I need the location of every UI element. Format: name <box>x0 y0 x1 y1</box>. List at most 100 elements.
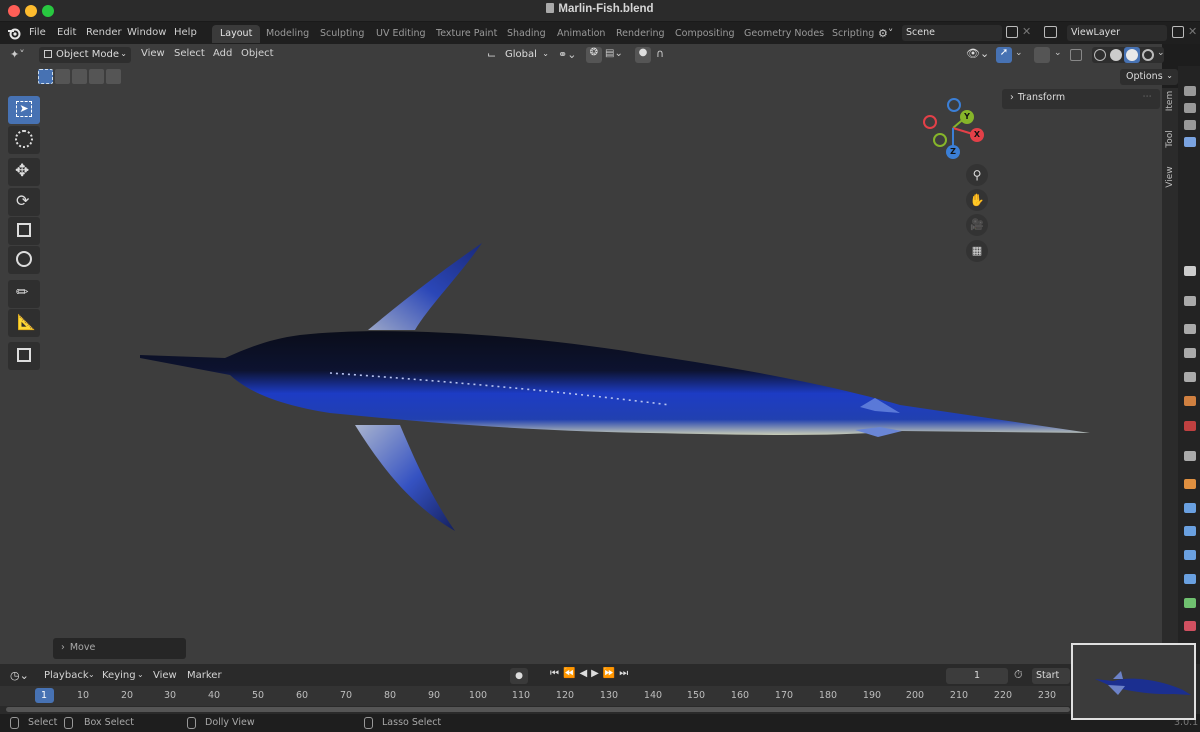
solid-shading-icon[interactable] <box>1110 49 1122 61</box>
transform-panel-header[interactable]: › Transform ⋯ <box>1002 89 1160 109</box>
tab-shading[interactable]: Shading <box>507 25 546 43</box>
pan-hand-icon[interactable]: ✋ <box>966 189 988 211</box>
clock-icon[interactable]: ◷⌄ <box>10 669 29 682</box>
particles-properties-icon[interactable] <box>1184 526 1196 536</box>
constraints-properties-icon[interactable] <box>1184 574 1196 584</box>
tab-modeling[interactable]: Modeling <box>266 25 309 43</box>
last-operator-panel[interactable]: › Move <box>53 638 186 659</box>
editor-type-icon[interactable]: ✦˅ <box>10 48 25 61</box>
transform-orientation-dropdown[interactable]: Global ⌄ <box>500 47 552 63</box>
tab-layout[interactable]: Layout <box>212 25 261 43</box>
axis-x-handle[interactable]: X <box>970 128 984 142</box>
menu-view[interactable]: View <box>153 670 177 681</box>
tool-icon[interactable] <box>1184 266 1196 276</box>
current-frame-field[interactable]: 1 <box>946 668 1008 684</box>
xray-toggle-icon[interactable] <box>1070 49 1082 61</box>
view-layer-field[interactable]: ViewLayer <box>1067 25 1167 41</box>
menu-window[interactable]: Window <box>127 27 166 38</box>
blender-logo-icon[interactable] <box>7 26 22 40</box>
overlays-dropdown-icon[interactable]: ⌄ <box>1054 48 1062 58</box>
drag-handle-icon[interactable]: ⋯ <box>1143 91 1153 102</box>
playback-controls[interactable]: ⏮⏪◀▶⏩⏭ <box>550 668 650 684</box>
tab-compositing[interactable]: Compositing <box>675 25 735 43</box>
tab-item[interactable]: Item <box>1165 85 1175 117</box>
collection-properties-icon[interactable] <box>1184 451 1196 461</box>
select-new-icon[interactable] <box>38 69 53 84</box>
select-box-tool[interactable]: ➤ <box>8 96 40 124</box>
select-extend-icon[interactable] <box>55 69 70 84</box>
menu-playback[interactable]: Playback <box>44 670 89 681</box>
mesh-data-properties-icon[interactable] <box>1184 598 1196 608</box>
menu-object[interactable]: Object <box>241 48 274 59</box>
falloff-icon[interactable]: ∩ <box>656 47 664 60</box>
menu-view[interactable]: View <box>141 48 165 59</box>
gizmo-dropdown-icon[interactable]: ⌄ <box>1015 48 1023 58</box>
modifier-properties-icon[interactable] <box>1184 503 1196 513</box>
shading-dropdown-icon[interactable]: ⌄ <box>1157 48 1165 58</box>
scene-icon[interactable]: ⚙˅ <box>878 27 893 40</box>
measure-tool[interactable]: 📐 <box>8 309 40 337</box>
menu-select[interactable]: Select <box>174 48 205 59</box>
physics-properties-icon[interactable] <box>1184 550 1196 560</box>
render-icon[interactable] <box>1184 86 1196 96</box>
snap-toggle-icon[interactable]: ❂ <box>586 47 602 63</box>
tab-geometry-nodes[interactable]: Geometry Nodes <box>744 25 824 43</box>
tab-view[interactable]: View <box>1165 161 1175 193</box>
camera-view-icon[interactable]: 🎥 <box>966 214 988 236</box>
mode-dropdown[interactable]: Object Mode ⌄ <box>39 47 131 63</box>
axis-y-handle[interactable]: Y <box>960 110 974 124</box>
select-invert-icon[interactable] <box>89 69 104 84</box>
tab-tool[interactable]: Tool <box>1165 123 1175 155</box>
options-dropdown[interactable]: Options ⌄ <box>1120 69 1178 85</box>
close-view-layer-icon[interactable]: ✕ <box>1188 25 1197 38</box>
copy-view-layer-icon[interactable] <box>1172 26 1184 38</box>
tab-uv-editing[interactable]: UV Editing <box>376 25 426 43</box>
menu-marker[interactable]: Marker <box>187 670 222 681</box>
navigation-gizmo[interactable]: Y X Z <box>918 98 988 162</box>
snap-target-icon[interactable]: ▤⌄ <box>605 48 623 59</box>
render-icon[interactable] <box>1184 103 1196 113</box>
zoom-icon[interactable]: ⚲ <box>966 164 988 186</box>
start-frame-field[interactable]: Start <box>1032 668 1070 684</box>
object-properties-icon[interactable] <box>1184 479 1196 489</box>
tab-sculpting[interactable]: Sculpting <box>320 25 364 43</box>
add-cube-tool[interactable] <box>8 342 40 370</box>
visibility-icon[interactable]: 👁⌄ <box>966 47 989 60</box>
copy-scene-icon[interactable] <box>1006 26 1018 38</box>
menu-render[interactable]: Render <box>86 27 122 38</box>
tab-scripting[interactable]: Scripting <box>832 25 874 43</box>
tab-texture-paint[interactable]: Texture Paint <box>436 25 497 43</box>
output-properties-icon[interactable] <box>1184 348 1196 358</box>
axis-z-handle[interactable]: Z <box>946 145 960 159</box>
close-scene-icon[interactable]: ✕ <box>1022 25 1031 38</box>
window-preview-thumbnail[interactable] <box>1071 643 1196 720</box>
annotate-tool[interactable]: ✏ <box>8 280 40 308</box>
menu-add[interactable]: Add <box>213 48 232 59</box>
pivot-point-icon[interactable]: ⚭⌄ <box>558 48 576 61</box>
scene-properties-icon[interactable] <box>1184 396 1196 406</box>
gizmo-toggle-icon[interactable]: ➚ <box>996 47 1012 63</box>
overlays-toggle-icon[interactable] <box>1034 47 1050 63</box>
axis-neg-z-handle[interactable] <box>947 98 961 112</box>
render-icon[interactable] <box>1184 137 1196 147</box>
transform-tool[interactable] <box>8 246 40 274</box>
perspective-grid-icon[interactable]: ▦ <box>966 240 988 262</box>
axis-neg-y-handle[interactable] <box>933 133 947 147</box>
marlin-model[interactable] <box>130 235 1100 535</box>
menu-file[interactable]: File <box>29 27 46 38</box>
menu-help[interactable]: Help <box>174 27 197 38</box>
material-properties-icon[interactable] <box>1184 621 1196 631</box>
view-layer-icon[interactable] <box>1044 26 1057 38</box>
world-properties-icon[interactable] <box>1184 421 1196 431</box>
scene-field[interactable]: Scene <box>902 25 1002 41</box>
move-tool[interactable]: ✥ <box>8 158 40 186</box>
rotate-tool[interactable]: ⟳ <box>8 188 40 216</box>
select-intersect-icon[interactable] <box>106 69 121 84</box>
view-layer-properties-icon[interactable] <box>1184 372 1196 382</box>
render-icon[interactable] <box>1184 120 1196 130</box>
menu-keying[interactable]: Keying <box>102 670 136 681</box>
stopwatch-icon[interactable]: ⏱ <box>1014 668 1023 682</box>
tab-rendering[interactable]: Rendering <box>616 25 665 43</box>
tab-animation[interactable]: Animation <box>557 25 605 43</box>
wireframe-shading-icon[interactable] <box>1094 49 1106 61</box>
